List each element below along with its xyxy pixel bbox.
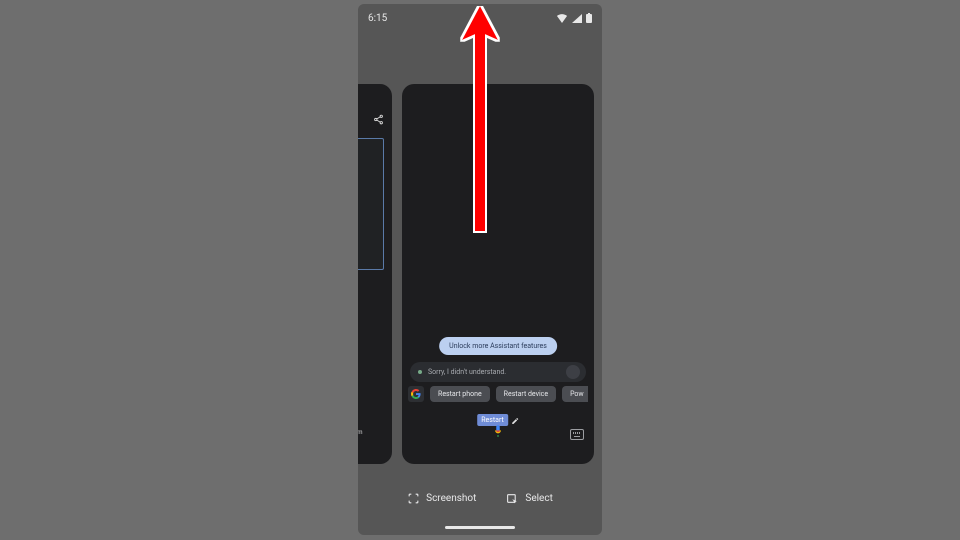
screenshot-icon	[407, 492, 420, 505]
edit-icon[interactable]	[511, 410, 519, 429]
keyboard-icon[interactable]	[570, 429, 584, 440]
mic-icon[interactable]	[491, 423, 505, 442]
app-shortcut-brolink[interactable]: Brolink	[358, 370, 362, 397]
recents-card-assistant[interactable]: Unlock more Assistant features Sorry, I …	[402, 84, 594, 464]
screenshot-label: Screenshot	[426, 493, 476, 504]
cell-signal-icon	[572, 14, 582, 23]
wifi-icon	[556, 14, 568, 23]
phone-frame: 6:15 Brolink Instagram Feed	[358, 4, 602, 535]
assistant-unlock-pill[interactable]: Unlock more Assistant features	[439, 337, 557, 355]
status-time: 6:15	[368, 13, 387, 24]
app-label-text: Instagram Feed	[358, 430, 368, 443]
select-button[interactable]: Select	[506, 492, 552, 505]
select-label: Select	[525, 493, 552, 504]
status-bar: 6:15	[358, 10, 602, 26]
suggestion-chip-row: Restart phone Restart device Pow	[408, 386, 594, 402]
google-g-icon[interactable]	[408, 386, 424, 402]
app-shortcut-instagram[interactable]: Instagram Feed	[358, 410, 368, 443]
home-gesture-bar[interactable]	[445, 526, 515, 529]
assistant-response-text: Sorry, I didn't understand.	[428, 368, 506, 376]
assistant-dot-icon	[418, 370, 422, 374]
suggestion-chip[interactable]: Pow	[562, 386, 588, 402]
assistant-response-row: Sorry, I didn't understand.	[410, 362, 586, 382]
screenshot-button[interactable]: Screenshot	[407, 492, 476, 505]
screenshot-thumb	[358, 138, 384, 270]
select-icon	[506, 492, 519, 505]
suggestion-chip[interactable]: Restart device	[496, 386, 556, 402]
status-icons	[556, 13, 592, 23]
pill-label: Unlock more Assistant features	[449, 342, 547, 350]
suggestion-chip[interactable]: Restart phone	[430, 386, 490, 402]
battery-icon	[586, 13, 592, 23]
recents-cards[interactable]: Brolink Instagram Feed Unlock more Assis…	[358, 84, 602, 464]
share-icon[interactable]	[373, 110, 384, 129]
recents-bottom-actions: Screenshot Select	[358, 492, 602, 505]
recents-card-previous[interactable]: Brolink Instagram Feed	[358, 84, 392, 464]
avatar-placeholder	[566, 365, 580, 379]
